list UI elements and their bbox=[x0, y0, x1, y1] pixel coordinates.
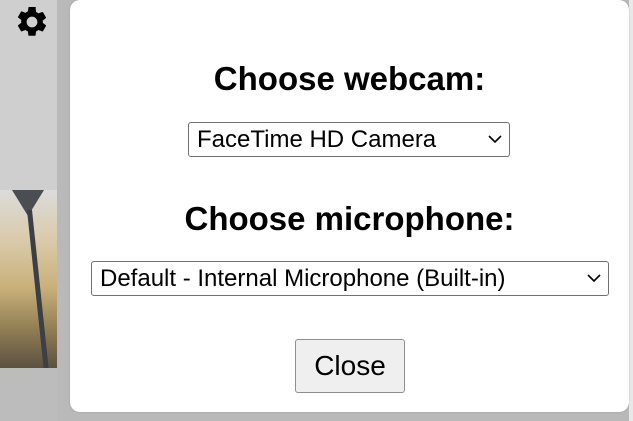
webcam-select[interactable]: FaceTime HD Camera bbox=[188, 122, 510, 157]
gear-icon[interactable] bbox=[14, 4, 50, 40]
chevron-down-icon bbox=[488, 135, 502, 144]
left-sidebar bbox=[0, 0, 57, 421]
microphone-heading: Choose microphone: bbox=[184, 200, 515, 237]
close-button[interactable]: Close bbox=[295, 339, 405, 393]
right-edge-panel bbox=[629, 0, 633, 421]
device-settings-dialog: Choose webcam: FaceTime HD Camera Choose… bbox=[70, 0, 629, 412]
microphone-select-value: Default - Internal Microphone (Built-in) bbox=[100, 265, 506, 292]
webcam-heading: Choose webcam: bbox=[213, 60, 486, 97]
webcam-select-value: FaceTime HD Camera bbox=[197, 126, 437, 153]
chevron-down-icon bbox=[587, 274, 601, 283]
video-preview bbox=[0, 190, 57, 368]
lower-panel bbox=[0, 368, 57, 421]
microphone-select[interactable]: Default - Internal Microphone (Built-in) bbox=[91, 261, 609, 296]
lamp-pole bbox=[27, 209, 49, 368]
